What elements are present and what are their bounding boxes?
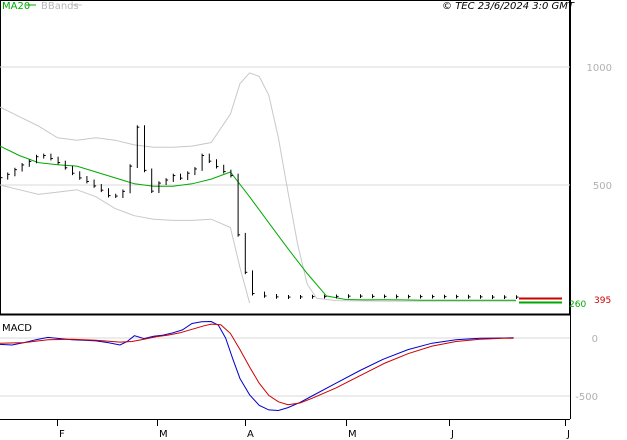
macd-panel-label: MACD [2, 323, 32, 334]
price-y-tick-label: 500 [593, 181, 612, 192]
copyright-text: © TEC 23/6/2024 3:0 GMT [442, 1, 575, 12]
macd-y-tick-label: 0 [592, 334, 598, 345]
x-tick-label: J [566, 429, 570, 440]
chart-canvas: 260 395 1000 500 0 -500 F M A M J J MA20 BBands © … [0, 0, 612, 440]
bbands-lower-line [0, 184, 251, 304]
ma20-line [0, 145, 516, 301]
bbands-legend-label: BBands [41, 1, 79, 12]
ma20-legend-label: MA20 [2, 1, 30, 12]
last-price-label: 395 [594, 296, 611, 306]
bbands-series [0, 72, 516, 304]
x-tick-label: J [450, 429, 454, 440]
signal-line [0, 323, 514, 406]
x-tick-label: A [247, 429, 254, 440]
macd-series [0, 320, 514, 412]
last-ma-label: 260 [569, 300, 586, 310]
last-value-markers: 260 395 [519, 296, 611, 310]
price-panel-frame [0, 0, 570, 315]
ma20-series [0, 145, 516, 301]
x-tick-label: M [348, 429, 357, 440]
price-y-tick-label: 1000 [587, 63, 612, 74]
x-tick-label: M [159, 429, 168, 440]
bbands-upper-line [0, 72, 516, 302]
x-tick-label: F [59, 429, 65, 440]
price-series [0, 125, 519, 299]
gridlines [0, 66, 570, 397]
macd-y-tick-label: -500 [575, 392, 598, 403]
macd-line [0, 320, 514, 412]
